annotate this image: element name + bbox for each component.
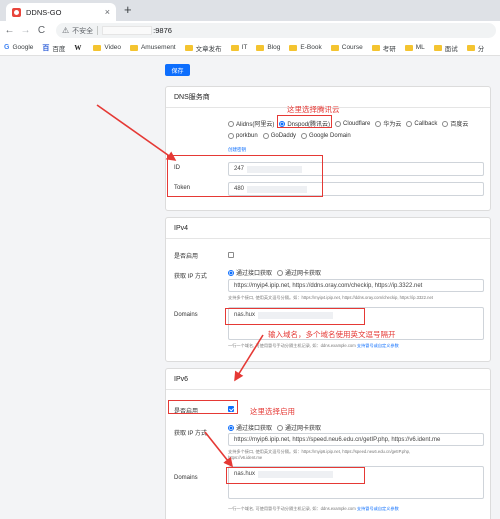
- arrow-to-credentials: [96, 104, 177, 161]
- arrow-to-ipv6-enable: [234, 334, 264, 382]
- arrow-to-ipv6-domain: [204, 431, 233, 468]
- annotation-arrows: [96, 104, 264, 468]
